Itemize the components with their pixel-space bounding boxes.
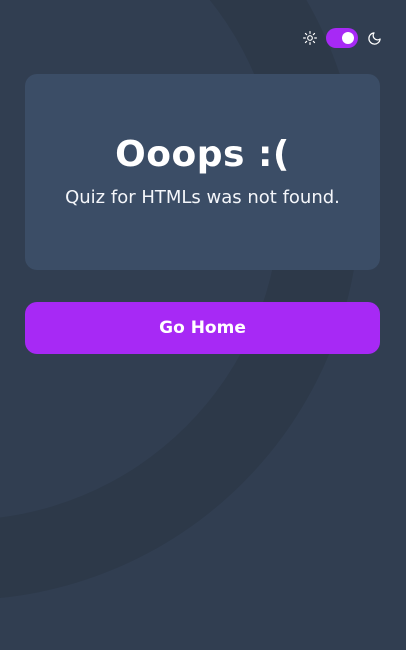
moon-icon — [366, 30, 382, 46]
error-title: Ooops :( — [115, 133, 290, 175]
theme-toggle — [302, 28, 382, 48]
error-card: Ooops :( Quiz for HTMLs was not found. — [25, 74, 380, 270]
sun-icon — [302, 30, 318, 46]
theme-switch-knob — [342, 32, 354, 44]
theme-switch[interactable] — [326, 28, 358, 48]
go-home-button[interactable]: Go Home — [25, 302, 380, 354]
error-message: Quiz for HTMLs was not found. — [65, 187, 340, 209]
